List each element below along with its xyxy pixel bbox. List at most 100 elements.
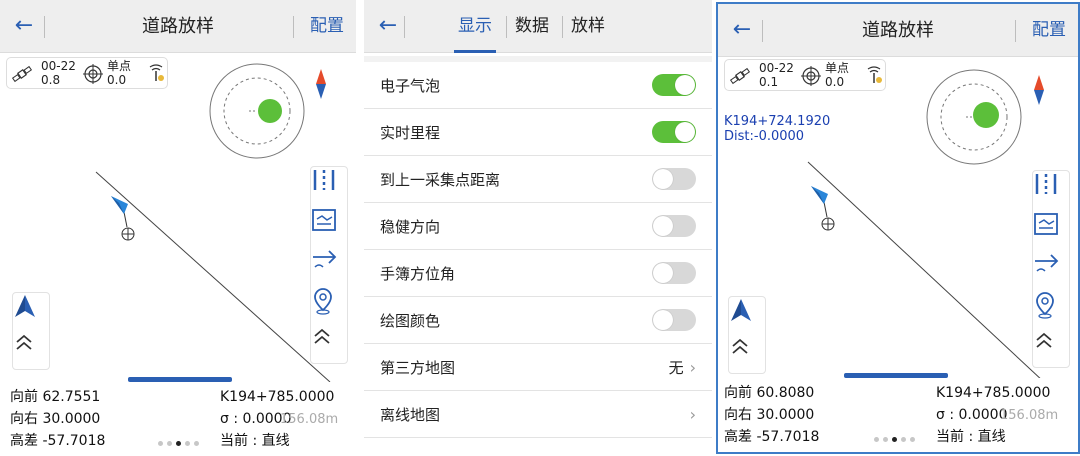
solution-mode-value: 0.0: [825, 75, 845, 89]
satellite-value: 0.8: [41, 73, 61, 87]
tab-data[interactable]: 数据: [515, 0, 549, 53]
drawing-color-toggle[interactable]: [652, 309, 696, 331]
expand-button[interactable]: [729, 335, 767, 375]
setting-label: 到上一采集点距离: [380, 170, 501, 189]
forward-distance: 向前 62.7551: [10, 389, 101, 405]
setting-last-point-distance[interactable]: 到上一采集点距离: [364, 156, 712, 203]
setting-third-party-map[interactable]: 第三方地图 无 ›: [364, 344, 712, 391]
config-button[interactable]: 配置: [310, 0, 344, 53]
location-pin-icon: [314, 288, 332, 315]
setting-label: 手簿方位角: [380, 264, 456, 283]
tab-stakeout[interactable]: 放样: [571, 0, 605, 53]
realtime-mileage-toggle[interactable]: [652, 121, 696, 143]
map-toolbar: [1032, 170, 1070, 368]
tab-divider: [562, 16, 563, 38]
header-divider: [1015, 20, 1016, 42]
navigation-button[interactable]: [13, 293, 51, 333]
expand-button[interactable]: [13, 331, 51, 371]
setting-label: 第三方地图: [380, 358, 456, 377]
drawer-handle[interactable]: [844, 373, 948, 378]
stakeout-info: 向前 62.7551 向右 30.0000 高差 -57.7018 K194+7…: [0, 377, 356, 456]
page-title: 道路放样: [862, 20, 934, 41]
collapse-button[interactable]: [1033, 329, 1071, 369]
settings-list: 电子气泡 实时里程 到上一采集点距离 稳健方向 手簿方位角 绘图颜色 第三方地图…: [364, 62, 712, 438]
satellite-value: 0.1: [759, 75, 779, 89]
stake-point-icon: [121, 227, 135, 241]
profile-button[interactable]: [1033, 211, 1071, 251]
road-lanes-button[interactable]: [311, 167, 349, 207]
profile-button[interactable]: [311, 207, 349, 247]
direction-button[interactable]: [311, 247, 349, 287]
double-chevron-up-icon: [732, 338, 748, 354]
navigation-arrow-icon: [731, 299, 751, 321]
back-arrow-icon[interactable]: ←: [10, 12, 38, 40]
left-toolbar: [728, 296, 766, 374]
location-button[interactable]: [1033, 291, 1071, 331]
setting-label: 绘图颜色: [380, 311, 441, 330]
road-lanes-button[interactable]: [1033, 171, 1071, 211]
current-element: 当前 : 直线: [936, 429, 1006, 445]
controller-azimuth-toggle[interactable]: [652, 262, 696, 284]
setting-drawing-color[interactable]: 绘图颜色: [364, 297, 712, 344]
setting-realtime-mileage[interactable]: 实时里程: [364, 109, 712, 156]
setting-controller-azimuth[interactable]: 手簿方位角: [364, 250, 712, 297]
antenna-icon: [867, 66, 882, 83]
collapse-button[interactable]: [311, 325, 349, 365]
drawer-handle[interactable]: [128, 377, 232, 382]
page-indicator: [158, 441, 199, 446]
double-chevron-up-icon: [1036, 332, 1052, 348]
robust-direction-toggle[interactable]: [652, 215, 696, 237]
satellite-icon: [11, 65, 33, 83]
last-point-distance-toggle[interactable]: [652, 168, 696, 190]
satellite-icon: [729, 67, 751, 85]
header-divider: [293, 16, 294, 38]
navigation-arrow-icon: [15, 295, 35, 317]
right-distance: 向右 30.0000: [724, 407, 815, 423]
station-value: K194+785.0000: [220, 389, 335, 405]
gnss-status-box[interactable]: 00-22 0.1 单点 0.0: [724, 59, 886, 91]
map-canvas[interactable]: K194+724.1920 Dist:-0.0000: [718, 58, 1078, 382]
solution-mode-label: 单点: [107, 59, 132, 73]
height-difference: 高差 -57.7018: [10, 433, 106, 449]
bubble-level-icon: [926, 69, 1022, 165]
chevron-right-icon: ›: [689, 404, 696, 424]
setting-label: 稳健方向: [380, 217, 441, 236]
gnss-status-box[interactable]: 00-22 0.8 单点 0.0: [6, 57, 168, 89]
back-arrow-icon[interactable]: ←: [374, 12, 402, 40]
config-button[interactable]: 配置: [1032, 4, 1066, 57]
height-difference: 高差 -57.7018: [724, 429, 820, 445]
satellite-count: 00-22: [759, 61, 794, 75]
stakeout-panel-2: ← 道路放样 配置 K194+724.1920 Dist:-0.0000 00-…: [716, 2, 1080, 454]
solution-mode-value: 0.0: [107, 73, 127, 87]
settings-tabs: ← 显示 数据 放样: [364, 0, 712, 53]
mileage-chip: K194+724.1920 Dist:-0.0000: [724, 114, 830, 144]
navigation-button[interactable]: [729, 297, 767, 337]
target-icon: [801, 66, 821, 86]
location-button[interactable]: [311, 287, 349, 327]
map-canvas[interactable]: [0, 54, 356, 382]
map-toolbar: [310, 166, 348, 364]
setting-electronic-bubble[interactable]: 电子气泡: [364, 62, 712, 109]
direction-button[interactable]: [1033, 251, 1071, 291]
arrow-right-icon: [1035, 254, 1059, 272]
left-toolbar: [12, 292, 50, 370]
antenna-icon: [149, 64, 164, 81]
tab-divider: [506, 16, 507, 38]
stakeout-info: 向前 60.8080 向右 30.0000 高差 -57.7018 K194+7…: [718, 373, 1078, 452]
header-divider: [44, 16, 45, 38]
location-pin-icon: [1036, 292, 1054, 319]
forward-distance: 向前 60.8080: [724, 385, 815, 401]
back-arrow-icon[interactable]: ←: [728, 16, 756, 44]
right-distance: 向右 30.0000: [10, 411, 101, 427]
page-indicator: [874, 437, 915, 442]
cross-section-icon: [1034, 213, 1058, 235]
setting-offline-map[interactable]: 离线地图 ›: [364, 391, 712, 438]
header-divider: [404, 16, 405, 38]
setting-robust-direction[interactable]: 稳健方向: [364, 203, 712, 250]
electronic-bubble-toggle[interactable]: [652, 74, 696, 96]
solution-mode-label: 单点: [825, 61, 850, 75]
page-title: 道路放样: [142, 16, 214, 37]
road-line: [95, 171, 331, 382]
tab-display[interactable]: 显示: [454, 0, 496, 53]
mileage-station: K194+724.1920: [724, 114, 831, 129]
